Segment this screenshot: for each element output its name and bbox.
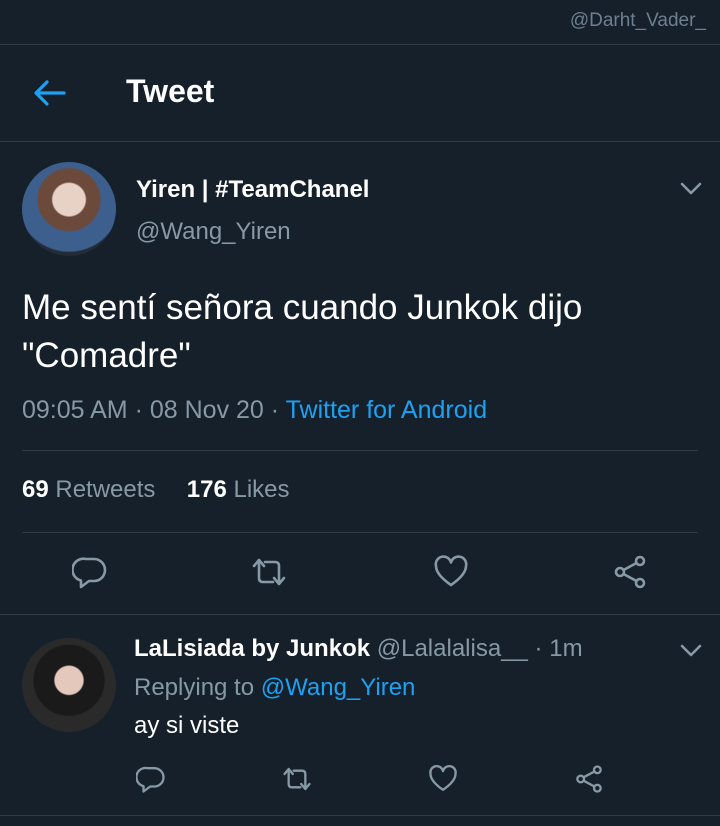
retweet-icon[interactable] [282, 764, 312, 794]
reply-icon[interactable] [136, 764, 166, 794]
replying-to-handle[interactable]: @Wang_Yiren [261, 674, 416, 701]
reply-author-handle[interactable]: @Lalalalisa__ [377, 635, 528, 662]
divider [0, 614, 720, 615]
reply-author-name[interactable]: LaLisiada by Junkok [134, 635, 370, 662]
reply-avatar[interactable] [22, 638, 116, 732]
divider [22, 450, 698, 451]
share-icon[interactable] [612, 554, 648, 590]
avatar[interactable] [22, 162, 116, 256]
author-handle[interactable]: @Wang_Yiren [136, 218, 291, 246]
reply-header: LaLisiada by Junkok @Lalalalisa__ · 1m [134, 635, 583, 662]
page-title: Tweet [126, 73, 215, 109]
heart-icon[interactable] [428, 764, 458, 794]
heart-icon[interactable] [433, 554, 469, 590]
author-name[interactable]: Yiren | #TeamChanel [136, 176, 369, 204]
chevron-down-icon[interactable] [680, 182, 702, 196]
tweet-date: 08 Nov 20 [149, 396, 264, 424]
divider [0, 815, 720, 816]
watermark: @Darht_Vader_ [569, 10, 706, 31]
tweet-stats: 69 Retweets 176 Likes [22, 476, 290, 504]
reply-icon[interactable] [72, 554, 108, 590]
tweet-meta: 09:05 AM · 08 Nov 20 · Twitter for Andro… [22, 396, 488, 424]
share-icon[interactable] [574, 764, 604, 794]
reply-text: ay si viste [134, 712, 240, 739]
reply-time: 1m [549, 635, 583, 662]
chevron-down-icon[interactable] [680, 644, 702, 658]
retweets-stat[interactable]: 69 Retweets [22, 476, 155, 503]
divider [22, 532, 698, 533]
replying-to: Replying to @Wang_Yiren [134, 674, 416, 701]
tweet-text: Me sentí señora cuando Junkok dijo "Coma… [22, 288, 583, 375]
top-bar: Tweet [0, 44, 720, 142]
tweet-time: 09:05 AM [22, 396, 128, 424]
likes-stat[interactable]: 176 Likes [187, 476, 290, 503]
tweet-source-link[interactable]: Twitter for Android [286, 396, 487, 424]
arrow-left-icon[interactable] [32, 78, 66, 108]
retweet-icon[interactable] [251, 554, 287, 590]
